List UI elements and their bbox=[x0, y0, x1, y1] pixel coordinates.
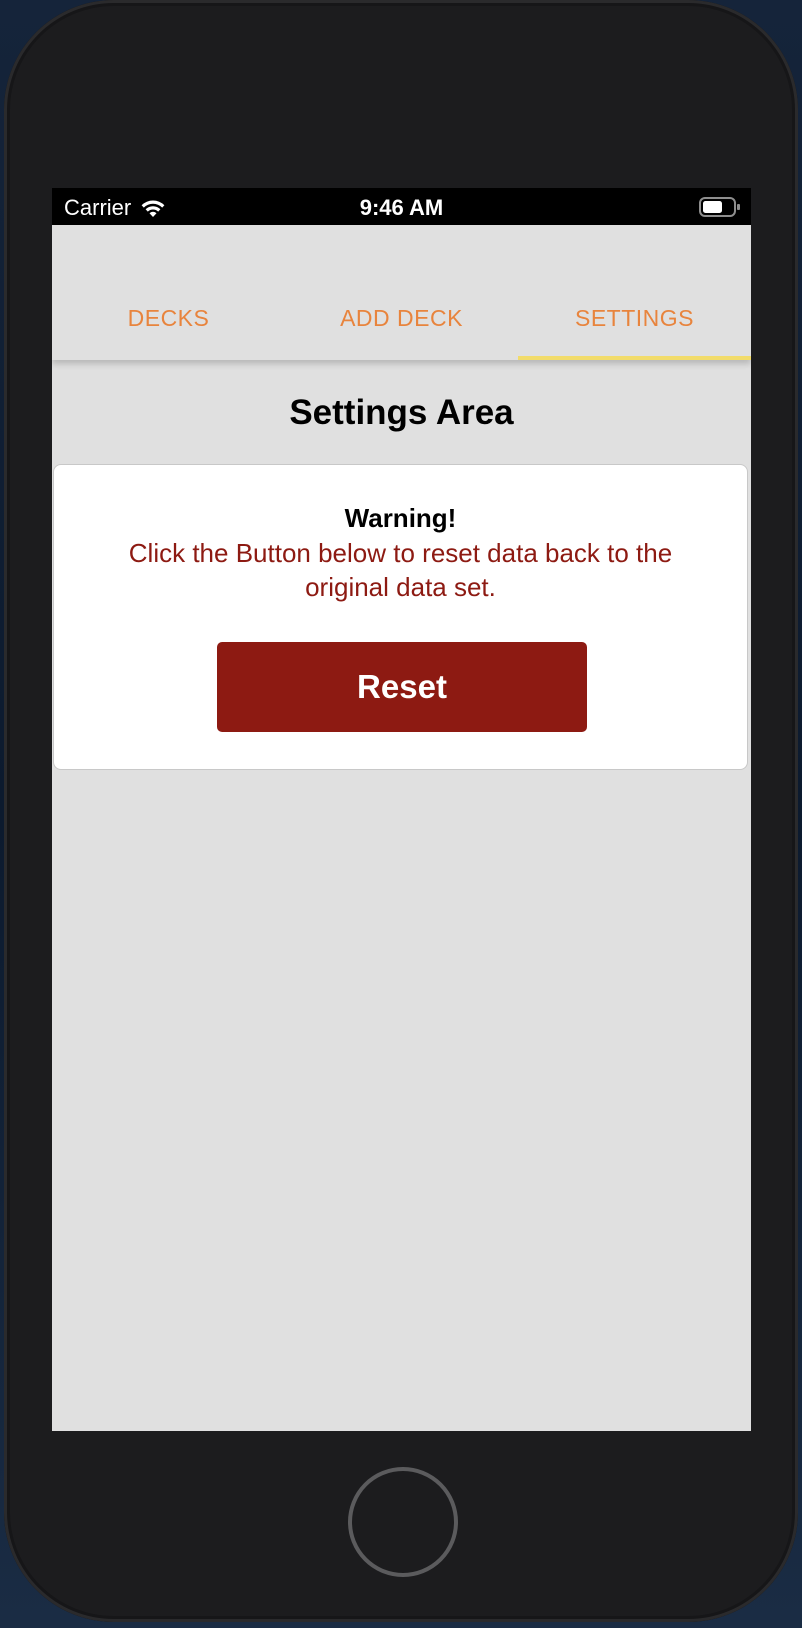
status-time: 9:46 AM bbox=[359, 195, 444, 220]
tab-add-deck-label: ADD DECK bbox=[340, 305, 463, 331]
active-tab-indicator bbox=[518, 356, 751, 360]
home-button[interactable] bbox=[348, 1467, 458, 1577]
app-screen: Carrier 9:46 AM DECKS ADD DECK SETTINGS … bbox=[52, 188, 751, 1431]
tab-decks-label: DECKS bbox=[127, 305, 210, 331]
tab-settings-label: SETTINGS bbox=[574, 305, 694, 331]
reset-button[interactable]: Reset bbox=[217, 642, 587, 732]
status-bar: Carrier 9:46 AM bbox=[52, 188, 751, 225]
top-tab-bar: DECKS ADD DECK SETTINGS bbox=[52, 225, 751, 360]
warning-title: Warning! bbox=[344, 503, 457, 533]
tab-settings[interactable]: SETTINGS bbox=[518, 305, 751, 360]
reset-card: Warning! Click the Button below to reset… bbox=[53, 464, 748, 770]
battery-icon bbox=[699, 197, 740, 217]
warning-text: Click the Button below to reset data bac… bbox=[128, 538, 673, 602]
tab-add-deck[interactable]: ADD DECK bbox=[285, 305, 518, 360]
page-title: Settings Area bbox=[289, 393, 514, 432]
tab-decks[interactable]: DECKS bbox=[52, 305, 285, 360]
